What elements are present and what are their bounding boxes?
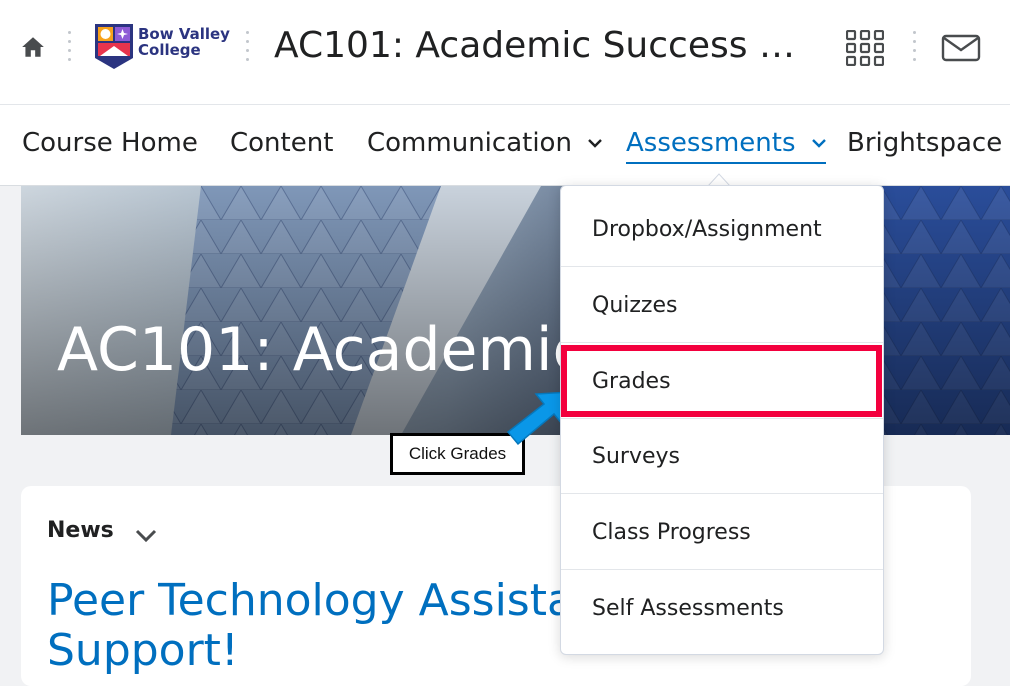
menu-item-surveys[interactable]: Surveys <box>561 419 883 494</box>
menu-item-quizzes[interactable]: Quizzes <box>561 268 883 343</box>
home-icon[interactable] <box>20 34 46 60</box>
grades-highlight-box <box>561 345 882 417</box>
mail-icon[interactable] <box>941 34 981 62</box>
dropdown-caret <box>708 173 730 186</box>
apps-grid-icon[interactable] <box>846 30 884 66</box>
course-navbar: Course Home Content Communication Assess… <box>0 105 1010 186</box>
college-logo[interactable]: Bow Valley College <box>95 24 230 70</box>
nav-label: Assessments <box>626 128 796 158</box>
nav-label: Content <box>230 128 334 158</box>
assessments-dropdown-menu: Dropbox/Assignment Quizzes Grades Survey… <box>560 185 884 655</box>
chevron-down-icon <box>811 139 826 148</box>
menu-item-dropbox[interactable]: Dropbox/Assignment <box>561 192 883 267</box>
chevron-down-icon <box>588 139 603 148</box>
separator-dots <box>246 31 250 61</box>
nav-label: Course Home <box>22 128 198 158</box>
nav-course-home[interactable]: Course Home <box>22 125 198 161</box>
menu-item-class-progress[interactable]: Class Progress <box>561 495 883 570</box>
nav-label: Communication <box>367 128 572 158</box>
logo-wordmark: Bow Valley College <box>138 25 230 59</box>
college-logo-mark-icon <box>95 24 133 69</box>
course-title[interactable]: AC101: Academic Success 10… <box>274 22 814 70</box>
nav-communication[interactable]: Communication <box>367 125 603 161</box>
separator-dots <box>68 31 72 61</box>
nav-content[interactable]: Content <box>230 125 333 161</box>
separator-dots <box>913 31 917 61</box>
nav-assessments[interactable]: Assessments <box>626 125 826 164</box>
chevron-down-icon[interactable] <box>135 529 157 543</box>
top-header: Bow Valley College AC101: Academic Succe… <box>0 0 1010 105</box>
nav-label: Brightspace I <box>847 128 1010 158</box>
menu-item-self-assessments[interactable]: Self Assessments <box>561 571 883 646</box>
news-title: News <box>47 518 114 543</box>
nav-brightspace[interactable]: Brightspace I <box>847 125 1010 161</box>
